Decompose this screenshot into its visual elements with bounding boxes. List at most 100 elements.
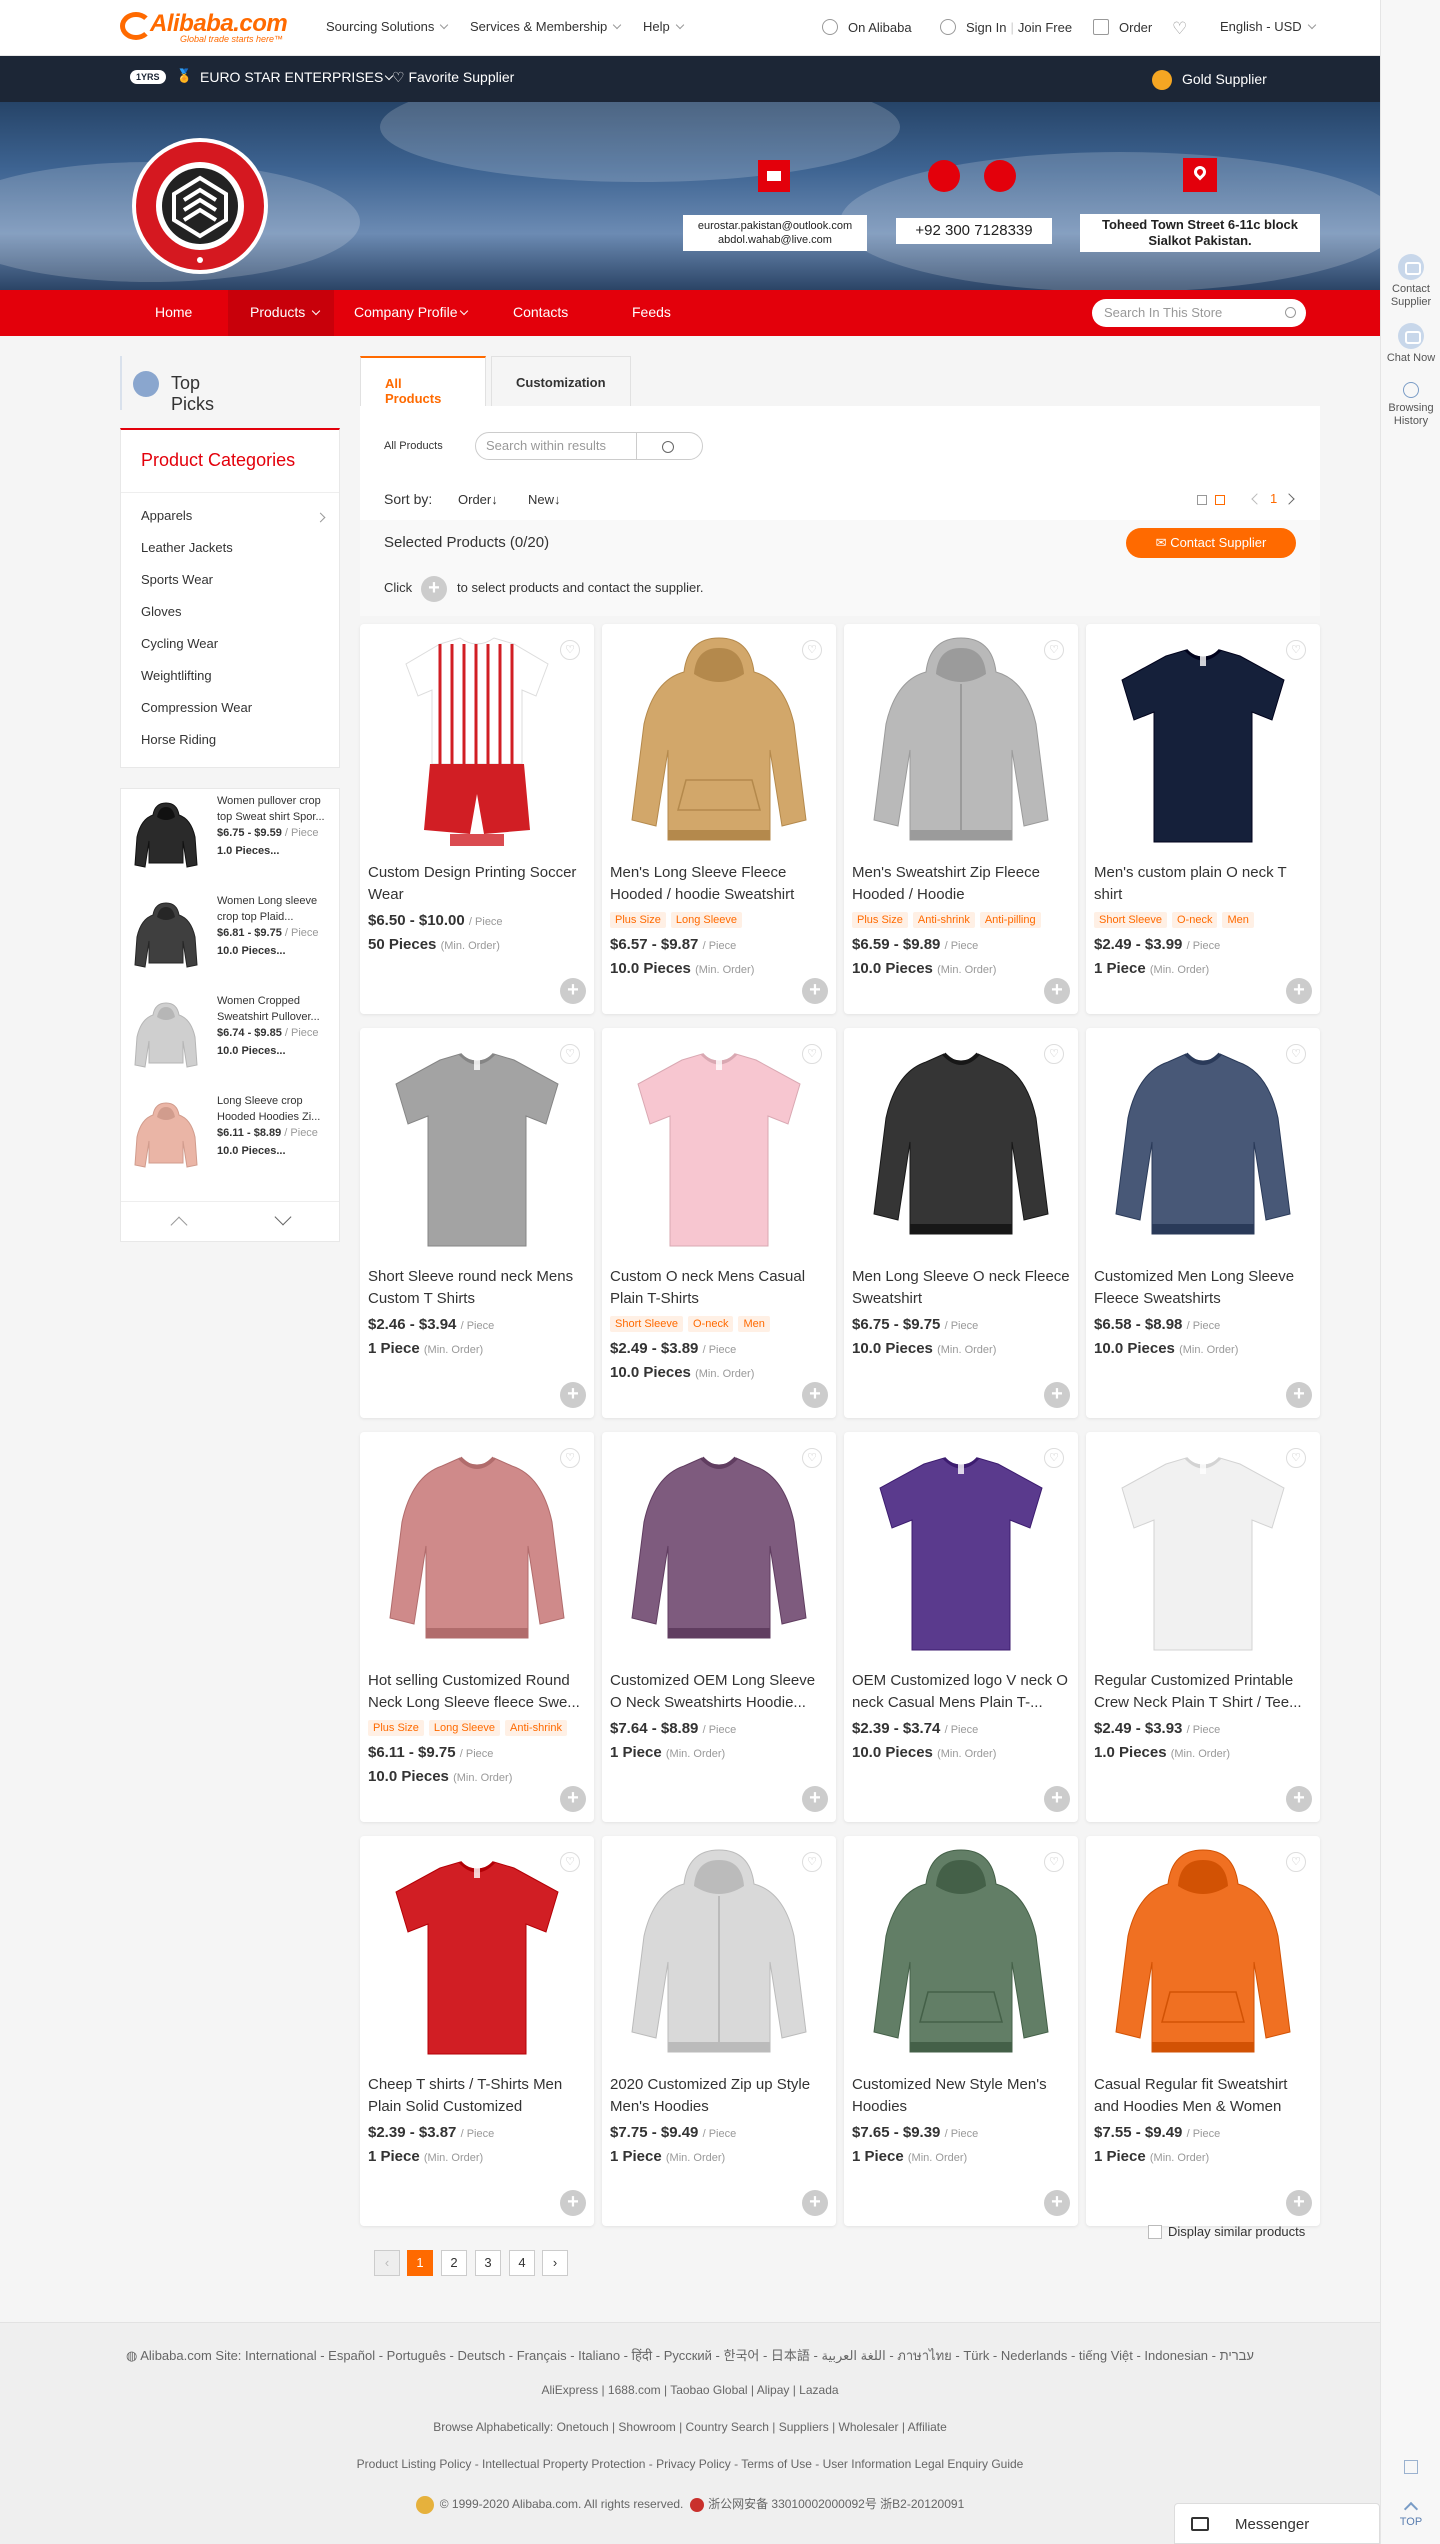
product-title[interactable]: Cheep T shirts / T-Shirts Men Plain Soli… xyxy=(368,2074,588,2118)
sign-in-link[interactable]: Sign In xyxy=(966,20,1006,35)
product-title[interactable]: Custom Design Printing Soccer Wear xyxy=(368,862,588,906)
category-compression-wear[interactable]: Compression Wear xyxy=(141,700,252,715)
category-horse-riding[interactable]: Horse Riding xyxy=(141,732,216,747)
sourcing-solutions-menu[interactable]: Sourcing Solutions xyxy=(326,19,449,34)
mini-product[interactable]: Women Long sleeve crop top Plaid... $6.8… xyxy=(121,891,341,991)
store-nav-contacts[interactable]: Contacts xyxy=(513,304,568,320)
favorite-icon[interactable]: ♡ xyxy=(1044,640,1064,660)
search-icon[interactable] xyxy=(662,441,674,453)
tab-all-products[interactable]: All Products xyxy=(360,356,486,406)
product-title[interactable]: Men's Long Sleeve Fleece Hooded / hoodie… xyxy=(610,862,830,906)
product-card[interactable]: ♡ Short Sleeve round neck Mens Custom T S… xyxy=(360,1028,594,1418)
product-image[interactable] xyxy=(864,1846,1058,2066)
product-card[interactable]: ♡ Custom O neck Mens Casual Plain T-Shirt… xyxy=(602,1028,836,1418)
store-nav-products[interactable]: Products xyxy=(250,304,321,320)
add-to-compare-button[interactable]: + xyxy=(560,1382,586,1408)
top-picks-link[interactable]: Top Picks xyxy=(120,356,214,414)
favorite-icon[interactable]: ♡ xyxy=(1286,1852,1306,1872)
add-to-compare-button[interactable]: + xyxy=(802,1786,828,1812)
order-link[interactable]: Order xyxy=(1093,19,1152,35)
add-to-compare-button[interactable]: + xyxy=(1286,2190,1312,2216)
add-to-compare-button[interactable]: + xyxy=(1044,978,1070,1004)
product-image[interactable] xyxy=(380,634,574,854)
product-card[interactable]: ♡ Custom Design Printing Soccer Wear $6.50… xyxy=(360,624,594,1014)
product-image[interactable] xyxy=(622,1038,816,1258)
product-image[interactable] xyxy=(864,1038,1058,1258)
favorite-icon[interactable]: ♡ xyxy=(802,1852,822,1872)
mini-product[interactable]: Women pullover crop top Sweat shirt Spor… xyxy=(121,791,341,891)
product-card[interactable]: ♡ Hot selling Customized Round Neck Long … xyxy=(360,1432,594,1822)
product-card[interactable]: ♡ OEM Customized logo V neck O neck Casua… xyxy=(844,1432,1078,1822)
sort-new-button[interactable]: New↓ xyxy=(528,492,561,507)
license-text[interactable]: 浙公网安备 33010002000092号 浙B2-20120091 xyxy=(708,2497,964,2511)
product-title[interactable]: Men's custom plain O neck T shirt xyxy=(1094,862,1314,906)
product-image[interactable] xyxy=(864,634,1058,854)
product-card[interactable]: ♡ Customized New Style Men's Hoodies $7.65… xyxy=(844,1836,1078,2226)
product-image[interactable] xyxy=(622,1442,816,1662)
chevron-up-icon[interactable] xyxy=(170,1216,188,1234)
favorite-icon[interactable]: ♡ xyxy=(560,1448,580,1468)
product-card[interactable]: ♡ Cheep T shirts / T-Shirts Men Plain Sol… xyxy=(360,1836,594,2226)
page-1-button[interactable]: 1 xyxy=(407,2250,433,2276)
footer-group-links[interactable]: AliExpress | 1688.com | Taobao Global | … xyxy=(0,2383,1380,2397)
product-card[interactable]: ♡ 2020 Customized Zip up Style Men's Hood… xyxy=(602,1836,836,2226)
favorite-icon[interactable]: ♡ xyxy=(560,1044,580,1064)
favorite-icon[interactable]: ♡ xyxy=(1044,1448,1064,1468)
add-to-compare-button[interactable]: + xyxy=(802,978,828,1004)
product-title[interactable]: Men Long Sleeve O neck Fleece Sweatshirt xyxy=(852,1266,1072,1310)
product-title[interactable]: Men's Sweatshirt Zip Fleece Hooded / Hoo… xyxy=(852,862,1072,906)
tab-customization[interactable]: Customization xyxy=(491,356,631,406)
category-leather-jackets[interactable]: Leather Jackets xyxy=(141,540,233,555)
add-to-compare-button[interactable]: + xyxy=(1286,1382,1312,1408)
store-phone[interactable]: +92 300 7128339 xyxy=(896,218,1052,244)
product-title[interactable]: 2020 Customized Zip up Style Men's Hoodi… xyxy=(610,2074,830,2118)
category-weightlifting[interactable]: Weightlifting xyxy=(141,668,212,683)
add-to-compare-button[interactable]: + xyxy=(560,1786,586,1812)
prev-page-button[interactable]: ‹ xyxy=(374,2250,400,2276)
product-title[interactable]: OEM Customized logo V neck O neck Casual… xyxy=(852,1670,1072,1714)
product-card[interactable]: ♡ Men's Sweatshirt Zip Fleece Hooded / Ho… xyxy=(844,624,1078,1014)
site-links[interactable]: International - Español - Português - De… xyxy=(245,2348,1254,2363)
chevron-right-icon[interactable] xyxy=(1283,493,1295,505)
chevron-right-icon[interactable] xyxy=(315,512,326,523)
product-title[interactable]: Regular Customized Printable Crew Neck P… xyxy=(1094,1670,1314,1714)
favorite-icon[interactable]: ♡ xyxy=(1286,1044,1306,1064)
category-apparels[interactable]: Apparels xyxy=(141,508,192,523)
favorite-icon[interactable]: ♡ xyxy=(802,1044,822,1064)
favorite-icon[interactable]: ♡ xyxy=(1286,640,1306,660)
product-card[interactable]: ♡ Customized Men Long Sleeve Fleece Sweat… xyxy=(1086,1028,1320,1418)
rail-contact-supplier[interactable]: Contact Supplier xyxy=(1381,254,1440,309)
product-card[interactable]: ♡ Men Long Sleeve O neck Fleece Sweatshir… xyxy=(844,1028,1078,1418)
language-currency-select[interactable]: English - USD xyxy=(1220,19,1316,34)
mini-product[interactable]: Women Cropped Sweatshirt Pullover... $6.… xyxy=(121,991,341,1091)
email-box[interactable]: eurostar.pakistan@outlook.com abdol.waha… xyxy=(683,215,867,251)
favorite-icon[interactable]: ♡ xyxy=(1286,1448,1306,1468)
product-image[interactable] xyxy=(1106,1846,1300,2066)
favorite-icon[interactable]: ♡ xyxy=(802,1448,822,1468)
product-image[interactable] xyxy=(1106,634,1300,854)
favorite-supplier-button[interactable]: ♡ Favorite Supplier xyxy=(392,69,514,86)
rail-feedback[interactable] xyxy=(1381,2460,1440,2474)
footer-policy-links[interactable]: Product Listing Policy - Intellectual Pr… xyxy=(0,2457,1380,2471)
store-nav-company-profile[interactable]: Company Profile xyxy=(354,304,468,320)
add-to-compare-button[interactable]: + xyxy=(1286,1786,1312,1812)
messenger-button[interactable]: Messenger xyxy=(1174,2503,1380,2544)
search-within-results-input[interactable]: Search within results xyxy=(475,432,703,460)
product-image[interactable] xyxy=(622,1846,816,2066)
store-nav-home[interactable]: Home xyxy=(155,304,192,320)
contact-supplier-button[interactable]: ✉ Contact Supplier xyxy=(1126,528,1296,558)
product-image[interactable] xyxy=(380,1442,574,1662)
favorite-icon[interactable]: ♡ xyxy=(560,640,580,660)
add-to-compare-button[interactable]: + xyxy=(560,2190,586,2216)
product-image[interactable] xyxy=(622,634,816,854)
store-search-input[interactable]: Search In This Store xyxy=(1092,299,1306,327)
category-gloves[interactable]: Gloves xyxy=(141,604,181,619)
favorite-icon[interactable]: ♡ xyxy=(560,1852,580,1872)
add-to-compare-button[interactable]: + xyxy=(560,978,586,1004)
on-alibaba-link[interactable]: On Alibaba xyxy=(822,19,912,35)
product-title[interactable]: Customized New Style Men's Hoodies xyxy=(852,2074,1072,2118)
product-title[interactable]: Customized Men Long Sleeve Fleece Sweats… xyxy=(1094,1266,1314,1310)
search-icon[interactable] xyxy=(1285,307,1296,318)
rail-chat-now[interactable]: Chat Now xyxy=(1381,323,1440,365)
product-title[interactable]: Casual Regular fit Sweatshirt and Hoodie… xyxy=(1094,2074,1314,2118)
